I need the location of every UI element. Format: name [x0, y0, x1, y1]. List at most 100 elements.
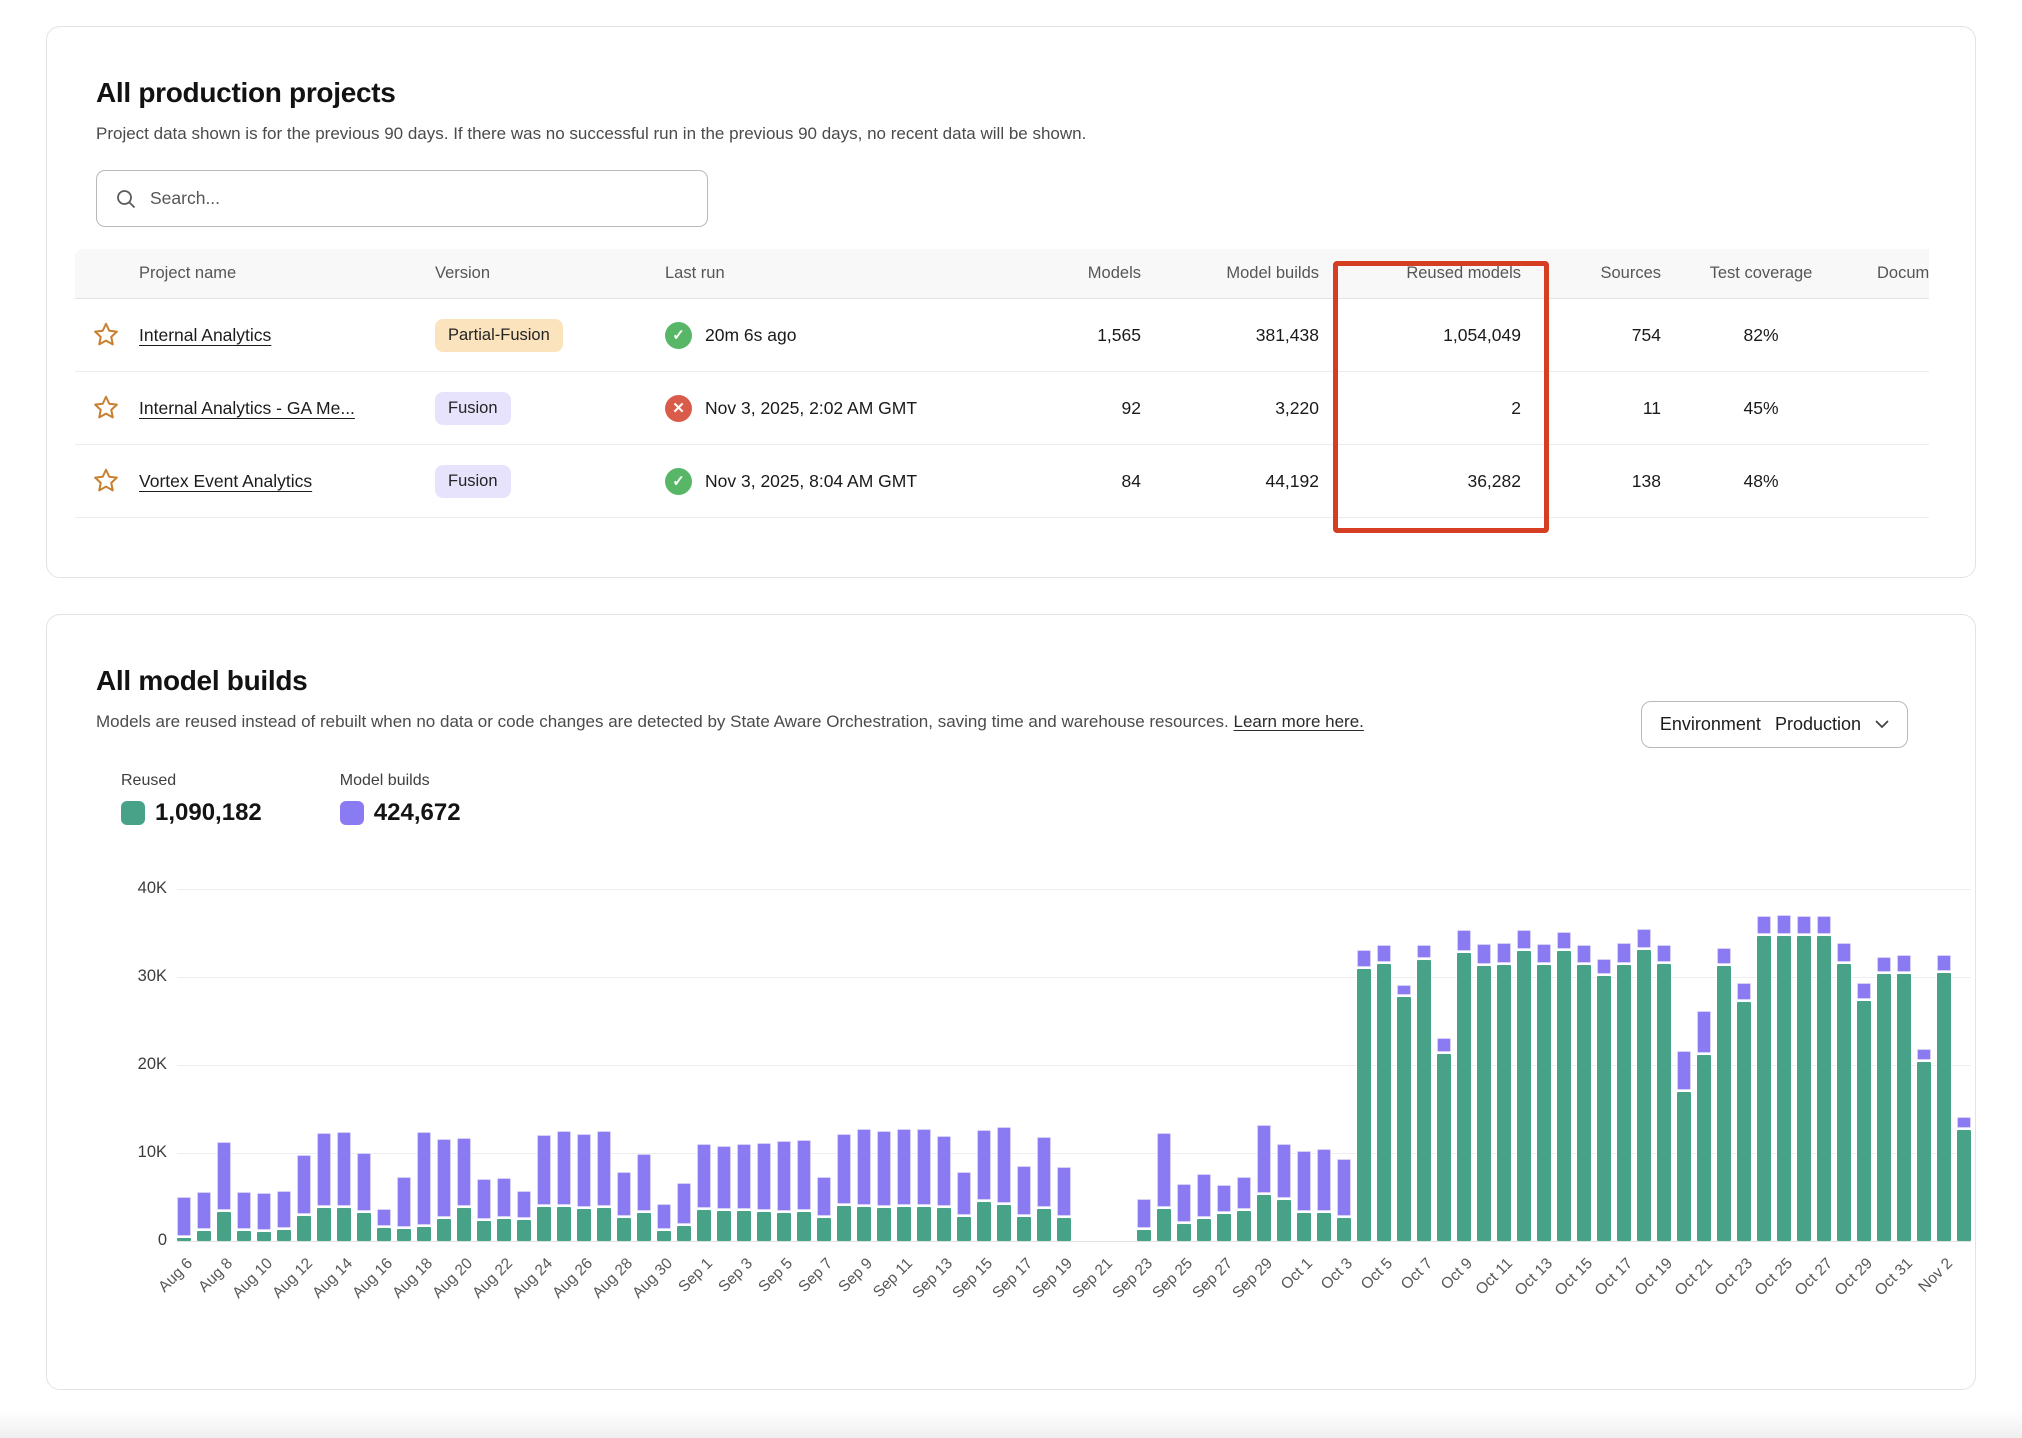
- project-row: Internal AnalyticsPartial-Fusion✓20m 6s …: [75, 299, 1929, 372]
- model-builds-segment: [757, 1143, 771, 1210]
- favorite-star-icon[interactable]: [91, 393, 121, 423]
- model-builds-segment: [1357, 950, 1371, 968]
- reused-segment: [357, 1213, 371, 1241]
- stacked-bar: [457, 1138, 471, 1241]
- reused-segment: [1837, 964, 1851, 1241]
- reused-segment: [957, 1217, 971, 1241]
- model-builds-segment: [1617, 943, 1631, 962]
- learn-more-link[interactable]: Learn more here.: [1233, 712, 1363, 731]
- model-builds-segment: [277, 1191, 291, 1228]
- model-builds-segment: [637, 1154, 651, 1211]
- documentation-value: [1861, 445, 1929, 517]
- model-builds-segment: [1137, 1199, 1151, 1228]
- reused-segment: [657, 1231, 671, 1241]
- stacked-bar: [537, 1135, 551, 1241]
- projects-table-body: Internal AnalyticsPartial-Fusion✓20m 6s …: [75, 299, 1929, 518]
- model-builds-value: 381,438: [1141, 299, 1319, 371]
- stacked-bar: [1277, 1144, 1291, 1241]
- y-axis-tick: 30K: [121, 967, 167, 986]
- model-builds-segment: [1557, 932, 1571, 950]
- header-model-builds: Model builds: [1141, 249, 1319, 298]
- search-input[interactable]: [150, 188, 689, 209]
- project-name-link[interactable]: Vortex Event Analytics: [139, 471, 312, 492]
- project-row: Internal Analytics - GA Me...Fusion✕Nov …: [75, 372, 1929, 445]
- reused-segment: [1057, 1218, 1071, 1241]
- legend-value: 424,672: [374, 799, 461, 827]
- favorite-star-icon[interactable]: [91, 320, 121, 350]
- project-name-link[interactable]: Internal Analytics: [139, 325, 271, 346]
- stacked-bar: [917, 1129, 931, 1241]
- stacked-bar: [617, 1172, 631, 1241]
- reused-segment: [1277, 1200, 1291, 1241]
- legend-swatch: [340, 801, 364, 825]
- legend-label: Reused: [121, 772, 262, 790]
- model-builds-segment: [997, 1127, 1011, 1203]
- stacked-bar: [1637, 929, 1651, 1241]
- stacked-bar: [1177, 1184, 1191, 1241]
- reused-segment: [517, 1220, 531, 1241]
- header-sources: Sources: [1521, 249, 1661, 298]
- model-builds-segment: [337, 1132, 351, 1206]
- reused-segment: [617, 1218, 631, 1241]
- stacked-bar: [977, 1130, 991, 1241]
- test-coverage-value: 45%: [1661, 372, 1861, 444]
- stacked-bar: [1837, 943, 1851, 1241]
- model-builds-segment: [1277, 1144, 1291, 1198]
- favorite-star-icon[interactable]: [91, 466, 121, 496]
- stacked-bar: [897, 1129, 911, 1241]
- projects-table: Project name Version Last run Models Mod…: [75, 249, 1929, 518]
- reused-segment: [937, 1208, 951, 1241]
- stacked-bar: [637, 1154, 651, 1241]
- models-value: 92: [955, 372, 1141, 444]
- stacked-bar: [1437, 1038, 1451, 1242]
- project-name-link[interactable]: Internal Analytics - GA Me...: [139, 398, 355, 419]
- model-builds-segment: [737, 1144, 751, 1209]
- reused-segment: [497, 1219, 511, 1241]
- reused-segment: [1857, 1001, 1871, 1241]
- projects-title: All production projects: [96, 77, 1926, 109]
- stacked-bar: [957, 1172, 971, 1241]
- model-builds-segment: [917, 1129, 931, 1205]
- reused-segment: [537, 1207, 551, 1241]
- stacked-bar: [1877, 957, 1891, 1241]
- environment-dropdown[interactable]: Environment Production: [1641, 701, 1908, 748]
- stacked-bar: [837, 1134, 851, 1241]
- model-builds-segment: [1037, 1137, 1051, 1207]
- reused-segment: [577, 1209, 591, 1241]
- reused-segment: [977, 1202, 991, 1241]
- reused-segment: [1757, 936, 1771, 1241]
- reused-segment: [637, 1213, 651, 1241]
- model-builds-segment: [1337, 1159, 1351, 1216]
- model-builds-segment: [1057, 1167, 1071, 1216]
- model-builds-segment: [1457, 930, 1471, 951]
- stacked-bar: [1457, 930, 1471, 1241]
- reused-segment: [1337, 1218, 1351, 1241]
- test-coverage-value: 82%: [1661, 299, 1861, 371]
- reused-segment: [1577, 965, 1591, 1241]
- reused-segment: [797, 1212, 811, 1241]
- model-builds-segment: [1877, 957, 1891, 973]
- model-builds-segment: [1177, 1184, 1191, 1222]
- legend-label: Model builds: [340, 772, 461, 790]
- model-builds-segment: [1697, 1011, 1711, 1053]
- model-builds-segment: [217, 1142, 231, 1210]
- reused-segment: [737, 1211, 751, 1241]
- reused-segment: [1357, 969, 1371, 1241]
- reused-segment: [1137, 1230, 1151, 1241]
- model-builds-segment: [457, 1138, 471, 1207]
- header-project-name: Project name: [139, 249, 435, 298]
- reused-segment: [1517, 951, 1531, 1241]
- stacked-bar: [1317, 1149, 1331, 1241]
- reused-segment: [217, 1212, 231, 1241]
- model-builds-segment: [1157, 1133, 1171, 1208]
- model-builds-segment: [1417, 945, 1431, 958]
- stacked-bar: [1197, 1174, 1211, 1241]
- stacked-bar: [1737, 983, 1751, 1241]
- reused-segment: [1317, 1213, 1331, 1241]
- reused-segment: [1717, 966, 1731, 1241]
- reused-models-value: 36,282: [1319, 445, 1521, 517]
- model-builds-segment: [837, 1134, 851, 1204]
- model-builds-segment: [577, 1134, 591, 1207]
- project-search[interactable]: [96, 170, 708, 227]
- stacked-bar: [1157, 1133, 1171, 1241]
